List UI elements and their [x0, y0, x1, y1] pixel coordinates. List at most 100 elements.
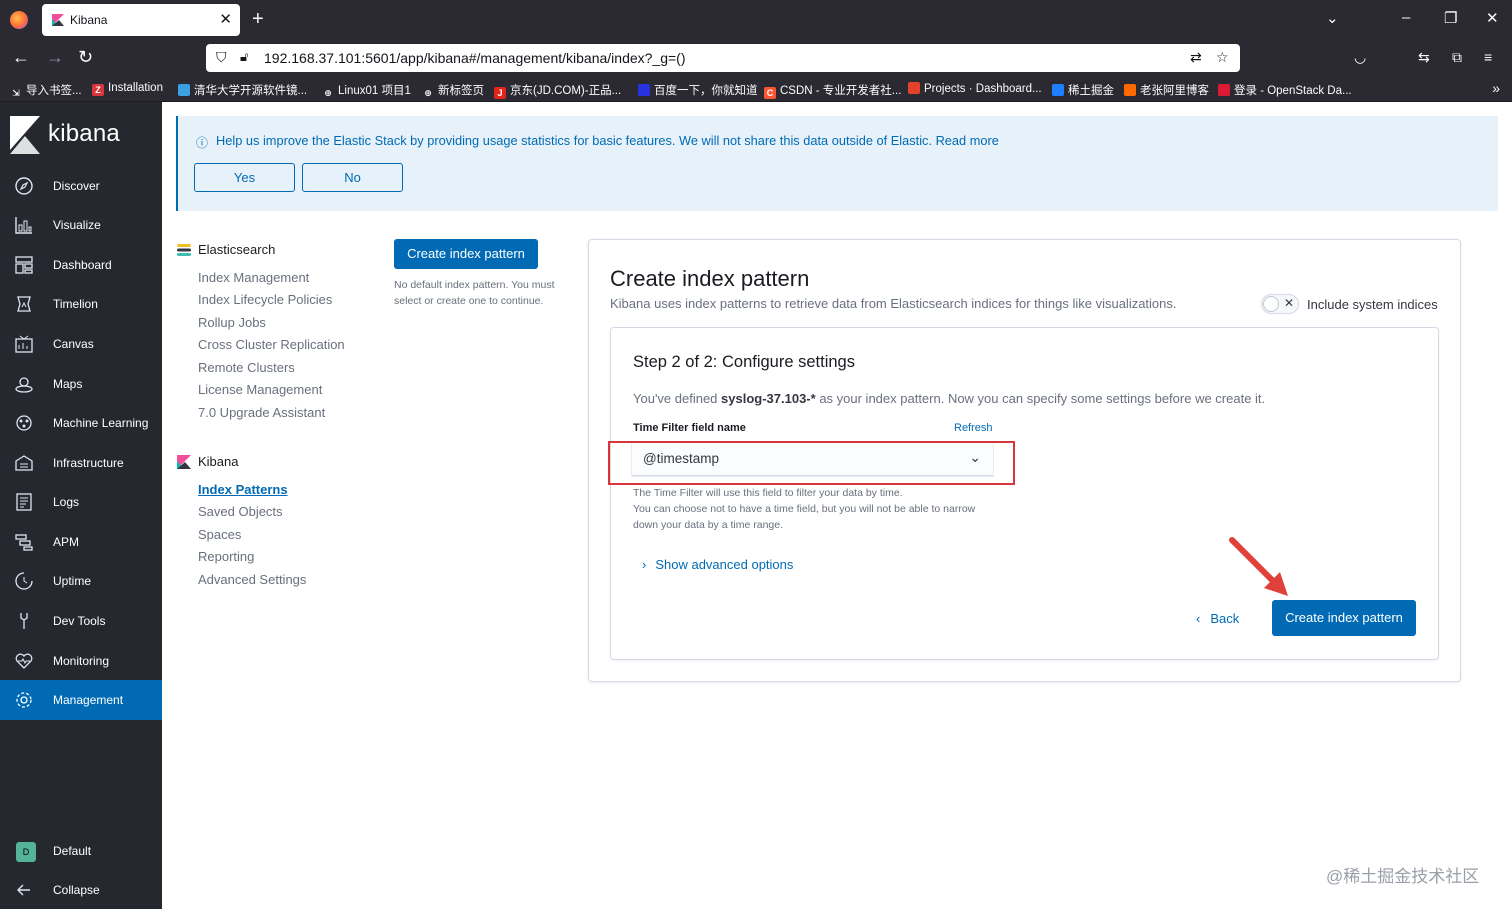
- callout-text[interactable]: Help us improve the Elastic Stack by pro…: [216, 133, 999, 148]
- watermark: @稀土掘金技术社区: [1326, 867, 1480, 886]
- baidu-icon: [638, 84, 650, 96]
- bookmark-item[interactable]: J 京东(JD.COM)-正品...: [494, 82, 621, 99]
- tab-title: Kibana: [70, 13, 108, 27]
- page-title: Create index pattern: [610, 266, 810, 291]
- kibana-logo-icon[interactable]: [10, 116, 40, 154]
- extensions-icon[interactable]: ⧉: [1452, 49, 1462, 66]
- kibana-logo-text[interactable]: kibana: [48, 120, 120, 148]
- menu-icon[interactable]: ≡: [1484, 49, 1492, 65]
- nav-item-management[interactable]: Management: [0, 680, 162, 720]
- bookmark-item[interactable]: C CSDN - 专业开发者社...: [764, 82, 901, 99]
- no-button[interactable]: No: [302, 163, 403, 192]
- back-button[interactable]: ‹ Back: [1196, 611, 1239, 626]
- nav-item-visualize[interactable]: Visualize: [0, 205, 162, 245]
- tab-close-icon[interactable]: ✕: [219, 10, 232, 28]
- link-advanced-settings[interactable]: Advanced Settings: [198, 572, 306, 587]
- nav-item-uptime[interactable]: Uptime: [0, 561, 162, 601]
- canvas-icon: [15, 335, 33, 353]
- link-index-patterns[interactable]: Index Patterns: [198, 482, 288, 497]
- telemetry-callout: ⓘ Help us improve the Elastic Stack by p…: [176, 116, 1498, 211]
- help-circle-icon: ⓘ: [196, 136, 209, 150]
- bookmark-item[interactable]: 百度一下，你就知道: [638, 82, 758, 98]
- reload-icon[interactable]: ↻: [78, 47, 93, 68]
- space-selector[interactable]: D Default: [0, 831, 162, 871]
- link-rollup-jobs[interactable]: Rollup Jobs: [198, 315, 266, 330]
- new-tab-icon[interactable]: +: [252, 8, 264, 31]
- openstack-icon: [1218, 84, 1230, 96]
- time-field-help-text: The Time Filter will use this field to f…: [633, 487, 976, 531]
- collapse-button[interactable]: Collapse: [0, 870, 162, 909]
- create-index-pattern-button[interactable]: Create index pattern: [1272, 600, 1416, 636]
- globe-icon: ⊕: [424, 88, 432, 98]
- url-text[interactable]: 192.168.37.101:5601/app/kibana#/manageme…: [264, 50, 686, 66]
- link-upgrade-assistant[interactable]: 7.0 Upgrade Assistant: [198, 405, 325, 420]
- chevron-right-icon: ›: [642, 557, 647, 572]
- nav-item-dashboard[interactable]: Dashboard: [0, 245, 162, 285]
- nav-item-discover[interactable]: Discover: [0, 166, 162, 206]
- nav-item-apm[interactable]: APM: [0, 522, 162, 562]
- link-reporting[interactable]: Reporting: [198, 549, 254, 564]
- nav-item-logs[interactable]: Logs: [0, 482, 162, 522]
- tab-list-chevron-icon[interactable]: ⌄: [1326, 9, 1339, 27]
- link-index-management[interactable]: Index Management: [198, 270, 309, 285]
- bookmark-item[interactable]: ⇲ 导入书签...: [10, 82, 81, 99]
- yes-button[interactable]: Yes: [194, 163, 295, 192]
- space-avatar: D: [16, 842, 36, 862]
- kibana-section-icon: [177, 455, 191, 469]
- restore-icon[interactable]: ❐: [1444, 9, 1457, 27]
- nav-item-monitoring[interactable]: Monitoring: [0, 641, 162, 681]
- dashboard-icon: [15, 256, 33, 274]
- toggle-off-icon: ✕: [1284, 296, 1295, 310]
- close-window-icon[interactable]: ✕: [1486, 9, 1499, 27]
- bookmark-star-icon[interactable]: ☆: [1216, 49, 1229, 66]
- elasticsearch-section-title: Elasticsearch: [198, 242, 276, 257]
- nav-item-dev-tools[interactable]: Dev Tools: [0, 601, 162, 641]
- link-cross-cluster-replication[interactable]: Cross Cluster Replication: [198, 337, 345, 352]
- bookmark-item[interactable]: 稀土掘金: [1052, 82, 1114, 98]
- minimize-icon[interactable]: –: [1402, 9, 1410, 26]
- nav-item-timelion[interactable]: Timelion: [0, 284, 162, 324]
- nav-item-infrastructure[interactable]: Infrastructure: [0, 443, 162, 483]
- back-arrow-icon[interactable]: ←: [12, 47, 30, 68]
- more-bookmarks-icon[interactable]: »: [1492, 80, 1500, 96]
- bookmark-item[interactable]: 登录 - OpenStack Da...: [1218, 82, 1352, 98]
- bookmark-item[interactable]: ⊕ Linux01 项目1: [322, 82, 411, 99]
- maps-icon: [15, 377, 33, 393]
- wrench-icon: [20, 613, 28, 629]
- csdn-icon: C: [764, 87, 776, 99]
- include-system-indices-toggle[interactable]: ✕: [1261, 294, 1299, 314]
- translate-ext-icon[interactable]: ⇆: [1418, 49, 1430, 66]
- ml-icon: [16, 415, 32, 431]
- bookmark-item[interactable]: ⊕ 新标签页: [422, 82, 484, 99]
- forward-arrow-icon[interactable]: →: [46, 47, 64, 68]
- bookmark-item[interactable]: Projects · Dashboard...: [908, 82, 1042, 95]
- step-description: You've defined syslog-37.103-* as your i…: [633, 391, 1266, 406]
- translate-icon[interactable]: ⇄: [1190, 49, 1202, 66]
- firefox-icon[interactable]: [10, 11, 28, 29]
- url-bar[interactable]: ⛉ 🔓︎ 192.168.37.101:5601/app/kibana#/man…: [206, 44, 1240, 72]
- nav-item-canvas[interactable]: Canvas: [0, 324, 162, 364]
- insecure-lock-icon[interactable]: 🔓︎: [240, 49, 248, 65]
- link-index-lifecycle-policies[interactable]: Index Lifecycle Policies: [198, 292, 332, 307]
- link-spaces[interactable]: Spaces: [198, 527, 241, 542]
- link-license-management[interactable]: License Management: [198, 382, 322, 397]
- apm-icon: [15, 534, 33, 551]
- pocket-icon[interactable]: ◡: [1354, 49, 1366, 66]
- link-saved-objects[interactable]: Saved Objects: [198, 504, 283, 519]
- tracking-shield-icon[interactable]: ⛉: [216, 49, 227, 66]
- kibana-section-title: Kibana: [198, 454, 239, 469]
- nav-item-machine-learning[interactable]: Machine Learning: [0, 403, 162, 443]
- globe-icon: ⊕: [324, 88, 332, 98]
- link-remote-clusters[interactable]: Remote Clusters: [198, 360, 295, 375]
- create-index-pattern-sidebar-button[interactable]: Create index pattern: [394, 239, 538, 269]
- bookmark-item[interactable]: 清华大学开源软件镜...: [178, 82, 307, 98]
- show-advanced-options-link[interactable]: › Show advanced options: [642, 557, 793, 572]
- include-system-indices-label[interactable]: Include system indices: [1307, 297, 1438, 312]
- nav-item-maps[interactable]: Maps: [0, 364, 162, 404]
- refresh-link[interactable]: Refresh: [954, 422, 993, 434]
- time-filter-field-label: Time Filter field name: [633, 422, 746, 434]
- browser-tab-kibana[interactable]: Kibana ✕: [42, 4, 240, 36]
- bookmark-item[interactable]: 老张阿里博客: [1124, 82, 1209, 98]
- bookmark-item[interactable]: Z Installation: [92, 82, 163, 96]
- tsinghua-icon: [178, 84, 190, 96]
